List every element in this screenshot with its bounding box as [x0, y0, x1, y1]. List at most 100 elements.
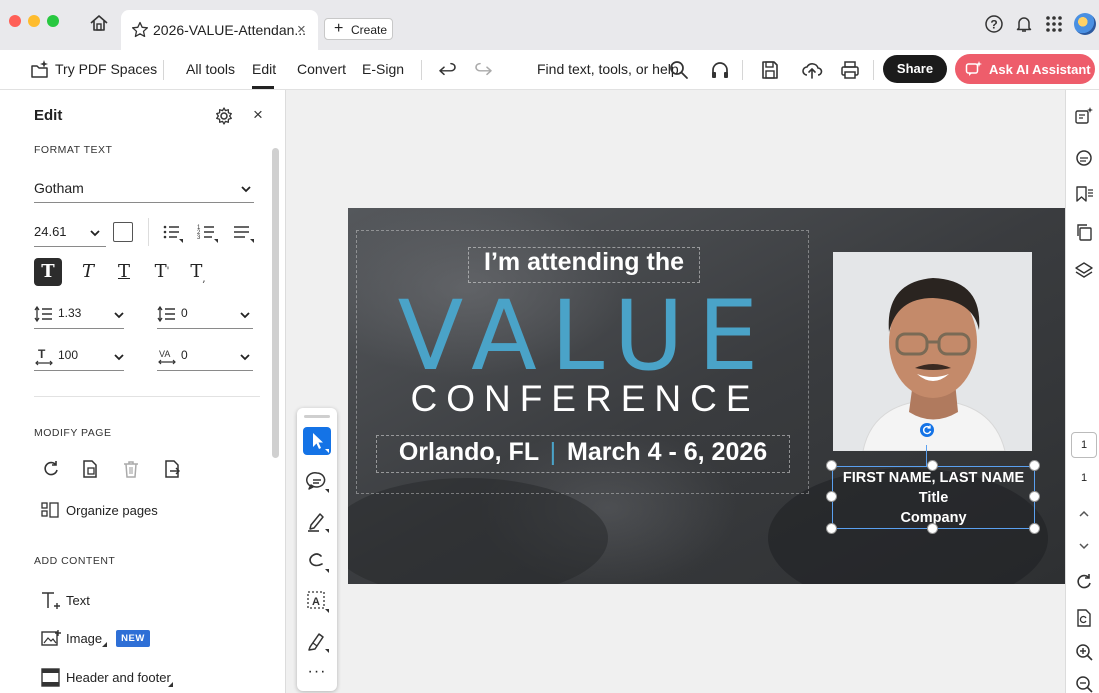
ask-ai-assistant-button[interactable]: Ask AI Assistant	[955, 54, 1095, 84]
minimize-window-dot[interactable]	[28, 15, 40, 27]
sign-pen-icon[interactable]	[303, 627, 331, 655]
quick-tools-bar: A ···	[297, 408, 337, 691]
panel-scrollbar[interactable]	[272, 148, 279, 458]
resize-handle[interactable]	[1029, 460, 1040, 471]
attending-heading[interactable]: I’m attending the	[468, 248, 700, 277]
rotate-icon[interactable]	[41, 459, 61, 479]
resize-handle[interactable]	[826, 491, 837, 502]
headphones-icon[interactable]	[708, 58, 732, 82]
share-button[interactable]: Share	[883, 55, 947, 83]
try-pdf-spaces-link[interactable]: Try PDF Spaces	[55, 61, 157, 77]
star-icon[interactable]	[131, 21, 149, 39]
underline-button[interactable]: T	[110, 258, 138, 286]
ai-generative-icon[interactable]	[1074, 106, 1094, 126]
all-tools-tab[interactable]: All tools	[186, 61, 235, 77]
header-footer-link[interactable]: Header and footer	[66, 670, 171, 685]
ai-assistant-label: Ask AI Assistant	[989, 62, 1091, 77]
resize-handle[interactable]	[1029, 523, 1040, 534]
drag-handle[interactable]	[304, 415, 330, 418]
page-rotate-icon[interactable]	[1074, 608, 1094, 628]
create-label: Create	[351, 23, 388, 37]
subscript-button[interactable]: T,	[184, 258, 212, 286]
trash-icon[interactable]	[121, 459, 141, 479]
superscript-button[interactable]: T'	[148, 258, 176, 286]
search-icon[interactable]	[667, 58, 691, 82]
page-total: 1	[1080, 472, 1088, 484]
resize-handle[interactable]	[826, 523, 837, 534]
text-color-swatch[interactable]	[113, 222, 133, 242]
redo-icon[interactable]	[471, 58, 495, 82]
text-align-icon[interactable]	[232, 222, 256, 244]
document-tab[interactable]: 2026-VALUE-Attendan... ×	[121, 10, 318, 50]
italic-button[interactable]: T	[74, 258, 102, 286]
text-box-icon[interactable]: A	[303, 587, 331, 615]
svg-text:?: ?	[990, 18, 997, 32]
select-cursor-icon[interactable]	[303, 427, 331, 455]
new-badge: NEW	[116, 630, 150, 647]
undo-icon[interactable]	[436, 58, 460, 82]
close-tab-icon[interactable]: ×	[297, 21, 306, 38]
font-dropdown[interactable]: Gotham	[34, 178, 254, 204]
refresh-icon[interactable]	[1074, 572, 1094, 592]
zoom-out-icon[interactable]	[1074, 674, 1094, 693]
layers-icon[interactable]	[1074, 260, 1094, 280]
print-icon[interactable]	[838, 58, 862, 82]
resize-handle[interactable]	[826, 460, 837, 471]
gear-icon[interactable]	[214, 106, 234, 126]
draw-freehand-icon[interactable]	[303, 547, 331, 575]
chevron-up-icon[interactable]	[1074, 504, 1094, 524]
comment-icon[interactable]	[303, 467, 331, 495]
bookmark-icon[interactable]	[1074, 184, 1094, 204]
copy-pages-icon[interactable]	[1074, 222, 1094, 242]
edit-tab[interactable]: Edit	[252, 61, 276, 77]
highlight-pen-icon[interactable]	[303, 507, 331, 535]
comments-icon[interactable]	[1074, 148, 1094, 168]
character-spacing-icon: VA	[157, 346, 177, 366]
paragraph-spacing-dropdown[interactable]: 0	[157, 304, 253, 330]
zoom-in-icon[interactable]	[1074, 642, 1094, 662]
extract-page-icon[interactable]	[162, 459, 182, 479]
character-spacing-dropdown[interactable]: 0	[157, 346, 253, 372]
numbered-list-icon[interactable]: 123	[197, 222, 219, 244]
apps-grid-icon[interactable]	[1045, 15, 1063, 33]
font-size-dropdown[interactable]: 24.61	[34, 222, 106, 248]
organize-pages-icon	[40, 500, 60, 520]
close-panel-icon[interactable]: ×	[253, 105, 263, 125]
attendee-photo[interactable]	[833, 252, 1032, 451]
save-icon[interactable]	[758, 58, 782, 82]
right-rail: 1 1	[1065, 90, 1099, 693]
add-image-link[interactable]: Image	[66, 631, 102, 646]
horizontal-scale-value: 100	[58, 348, 79, 362]
convert-tab[interactable]: Convert	[297, 61, 346, 77]
avatar[interactable]	[1074, 13, 1096, 35]
add-content-heading: ADD CONTENT	[34, 555, 116, 567]
resize-handle[interactable]	[1029, 491, 1040, 502]
maximize-window-dot[interactable]	[47, 15, 59, 27]
bell-icon[interactable]	[1014, 14, 1034, 34]
search-input[interactable]: Find text, tools, or help	[537, 61, 679, 77]
rotate-handle-icon[interactable]	[920, 423, 934, 437]
close-window-dot[interactable]	[9, 15, 21, 27]
bold-button[interactable]: T	[34, 258, 62, 286]
home-icon[interactable]	[88, 12, 110, 34]
cloud-upload-icon[interactable]	[800, 58, 824, 82]
bulleted-list-icon[interactable]	[162, 222, 184, 244]
add-text-link[interactable]: Text	[66, 593, 90, 608]
line-spacing-dropdown[interactable]: 1.33	[34, 304, 124, 330]
conference-title[interactable]: CONFERENCE	[390, 378, 780, 420]
chevron-down-icon[interactable]	[1074, 536, 1094, 556]
resize-handle[interactable]	[927, 523, 938, 534]
more-tools-icon[interactable]: ···	[303, 663, 331, 691]
value-title[interactable]: VALUE	[390, 286, 780, 386]
insert-page-icon[interactable]	[80, 459, 100, 479]
page-number-input[interactable]: 1	[1071, 432, 1097, 458]
help-icon[interactable]: ?	[984, 14, 1004, 34]
create-button[interactable]: + Create	[324, 18, 393, 40]
resize-handle[interactable]	[927, 460, 938, 471]
esign-tab[interactable]: E-Sign	[362, 61, 404, 77]
location-date-line[interactable]: Orlando, FL | March 4 - 6, 2026	[376, 438, 790, 467]
chevron-down-icon	[113, 351, 125, 363]
name-text-block[interactable]: FIRST NAME, LAST NAME Title Company	[832, 468, 1035, 528]
organize-pages-link[interactable]: Organize pages	[66, 503, 158, 518]
horizontal-scale-dropdown[interactable]: 100	[34, 346, 125, 372]
